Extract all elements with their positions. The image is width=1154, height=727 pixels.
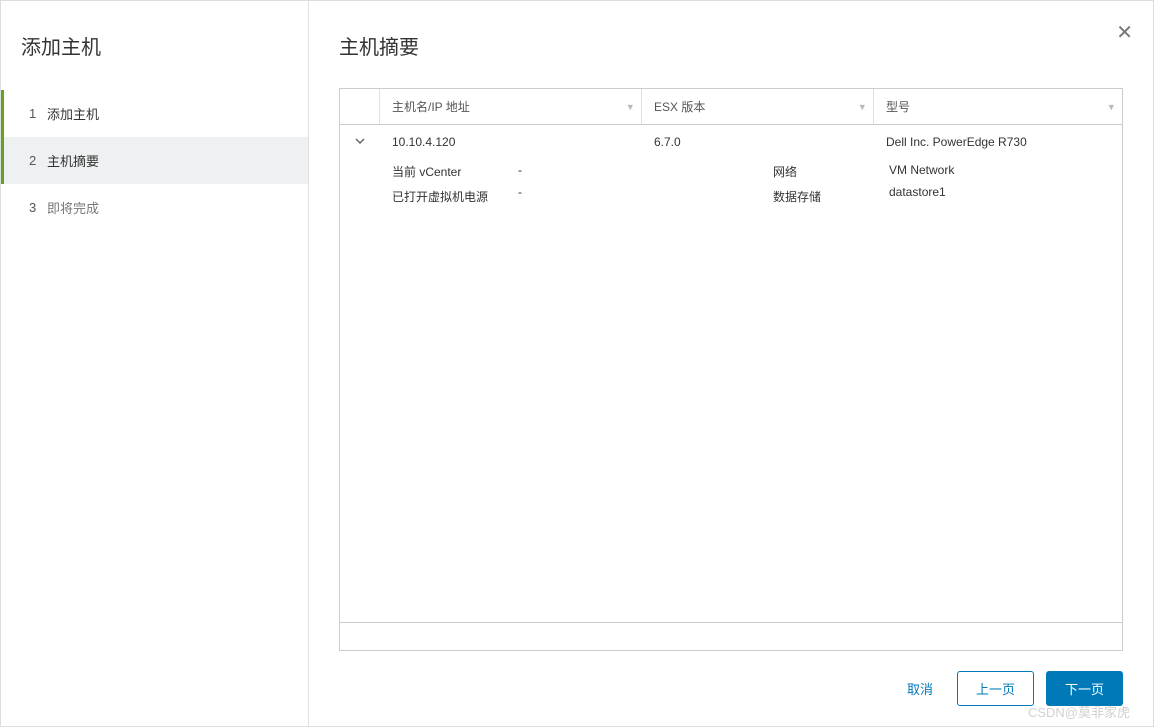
step-number: 2 (29, 153, 47, 168)
step-ready-complete[interactable]: 3 即将完成 (1, 184, 308, 231)
value-vcenter: - (518, 163, 578, 177)
grid-footer (340, 622, 1122, 650)
cancel-button[interactable]: 取消 (895, 671, 945, 706)
label-network: 网络 (773, 163, 873, 180)
label-datastore: 数据存储 (773, 188, 873, 205)
filter-icon[interactable]: ▾ (1108, 100, 1114, 113)
wizard-sidebar: 添加主机 1 添加主机 2 主机摘要 3 即将完成 (1, 1, 309, 726)
col-expand (340, 89, 380, 124)
step-number: 1 (29, 106, 47, 121)
add-host-dialog: 添加主机 1 添加主机 2 主机摘要 3 即将完成 ✕ 主机摘要 主机名/IP … (0, 0, 1154, 727)
row-detail: 当前 vCenter 已打开虚拟机电源 - - 网络 数据存储 (340, 159, 1122, 215)
grid-header: 主机名/IP 地址 ▾ ESX 版本 ▾ 型号 ▾ (340, 89, 1122, 125)
close-icon[interactable]: ✕ (1116, 23, 1133, 43)
cell-host: 10.10.4.120 (380, 135, 642, 149)
step-label: 即将完成 (47, 198, 99, 217)
detail-col-right: 网络 数据存储 VM Network datastore1 (773, 163, 954, 205)
wizard-title: 添加主机 (1, 21, 308, 90)
label-vcenter: 当前 vCenter (392, 163, 502, 180)
filter-icon[interactable]: ▾ (627, 100, 633, 113)
filter-icon[interactable]: ▾ (859, 100, 865, 113)
cell-esx: 6.7.0 (642, 135, 874, 149)
table-row[interactable]: 10.10.4.120 6.7.0 Dell Inc. PowerEdge R7… (340, 125, 1122, 159)
col-esx-version[interactable]: ESX 版本 ▾ (642, 89, 874, 124)
col-hostname[interactable]: 主机名/IP 地址 ▾ (380, 89, 642, 124)
detail-col-left: 当前 vCenter 已打开虚拟机电源 - - (392, 163, 578, 205)
host-summary-grid: 主机名/IP 地址 ▾ ESX 版本 ▾ 型号 ▾ (339, 88, 1123, 651)
step-add-host[interactable]: 1 添加主机 (1, 90, 308, 137)
next-button[interactable]: 下一页 (1046, 671, 1123, 706)
step-host-summary[interactable]: 2 主机摘要 (1, 137, 308, 184)
col-model[interactable]: 型号 ▾ (874, 89, 1122, 124)
value-poweredvm: - (518, 185, 578, 199)
grid-body: 10.10.4.120 6.7.0 Dell Inc. PowerEdge R7… (340, 125, 1122, 622)
step-number: 3 (29, 200, 47, 215)
cell-model: Dell Inc. PowerEdge R730 (874, 135, 1122, 149)
step-label: 添加主机 (47, 104, 99, 123)
step-label: 主机摘要 (47, 151, 99, 170)
col-label: ESX 版本 (654, 98, 705, 115)
chevron-down-icon (354, 135, 366, 150)
col-label: 主机名/IP 地址 (392, 98, 470, 115)
wizard-content: ✕ 主机摘要 主机名/IP 地址 ▾ ESX 版本 ▾ 型号 ▾ (309, 1, 1153, 726)
page-title: 主机摘要 (339, 31, 1123, 60)
wizard-actions: 取消 上一页 下一页 (339, 651, 1123, 706)
col-label: 型号 (886, 98, 910, 115)
value-network: VM Network (889, 163, 954, 177)
row-expand-toggle[interactable] (340, 135, 380, 150)
back-button[interactable]: 上一页 (957, 671, 1034, 706)
value-datastore: datastore1 (889, 185, 954, 199)
label-poweredvm: 已打开虚拟机电源 (392, 188, 502, 205)
